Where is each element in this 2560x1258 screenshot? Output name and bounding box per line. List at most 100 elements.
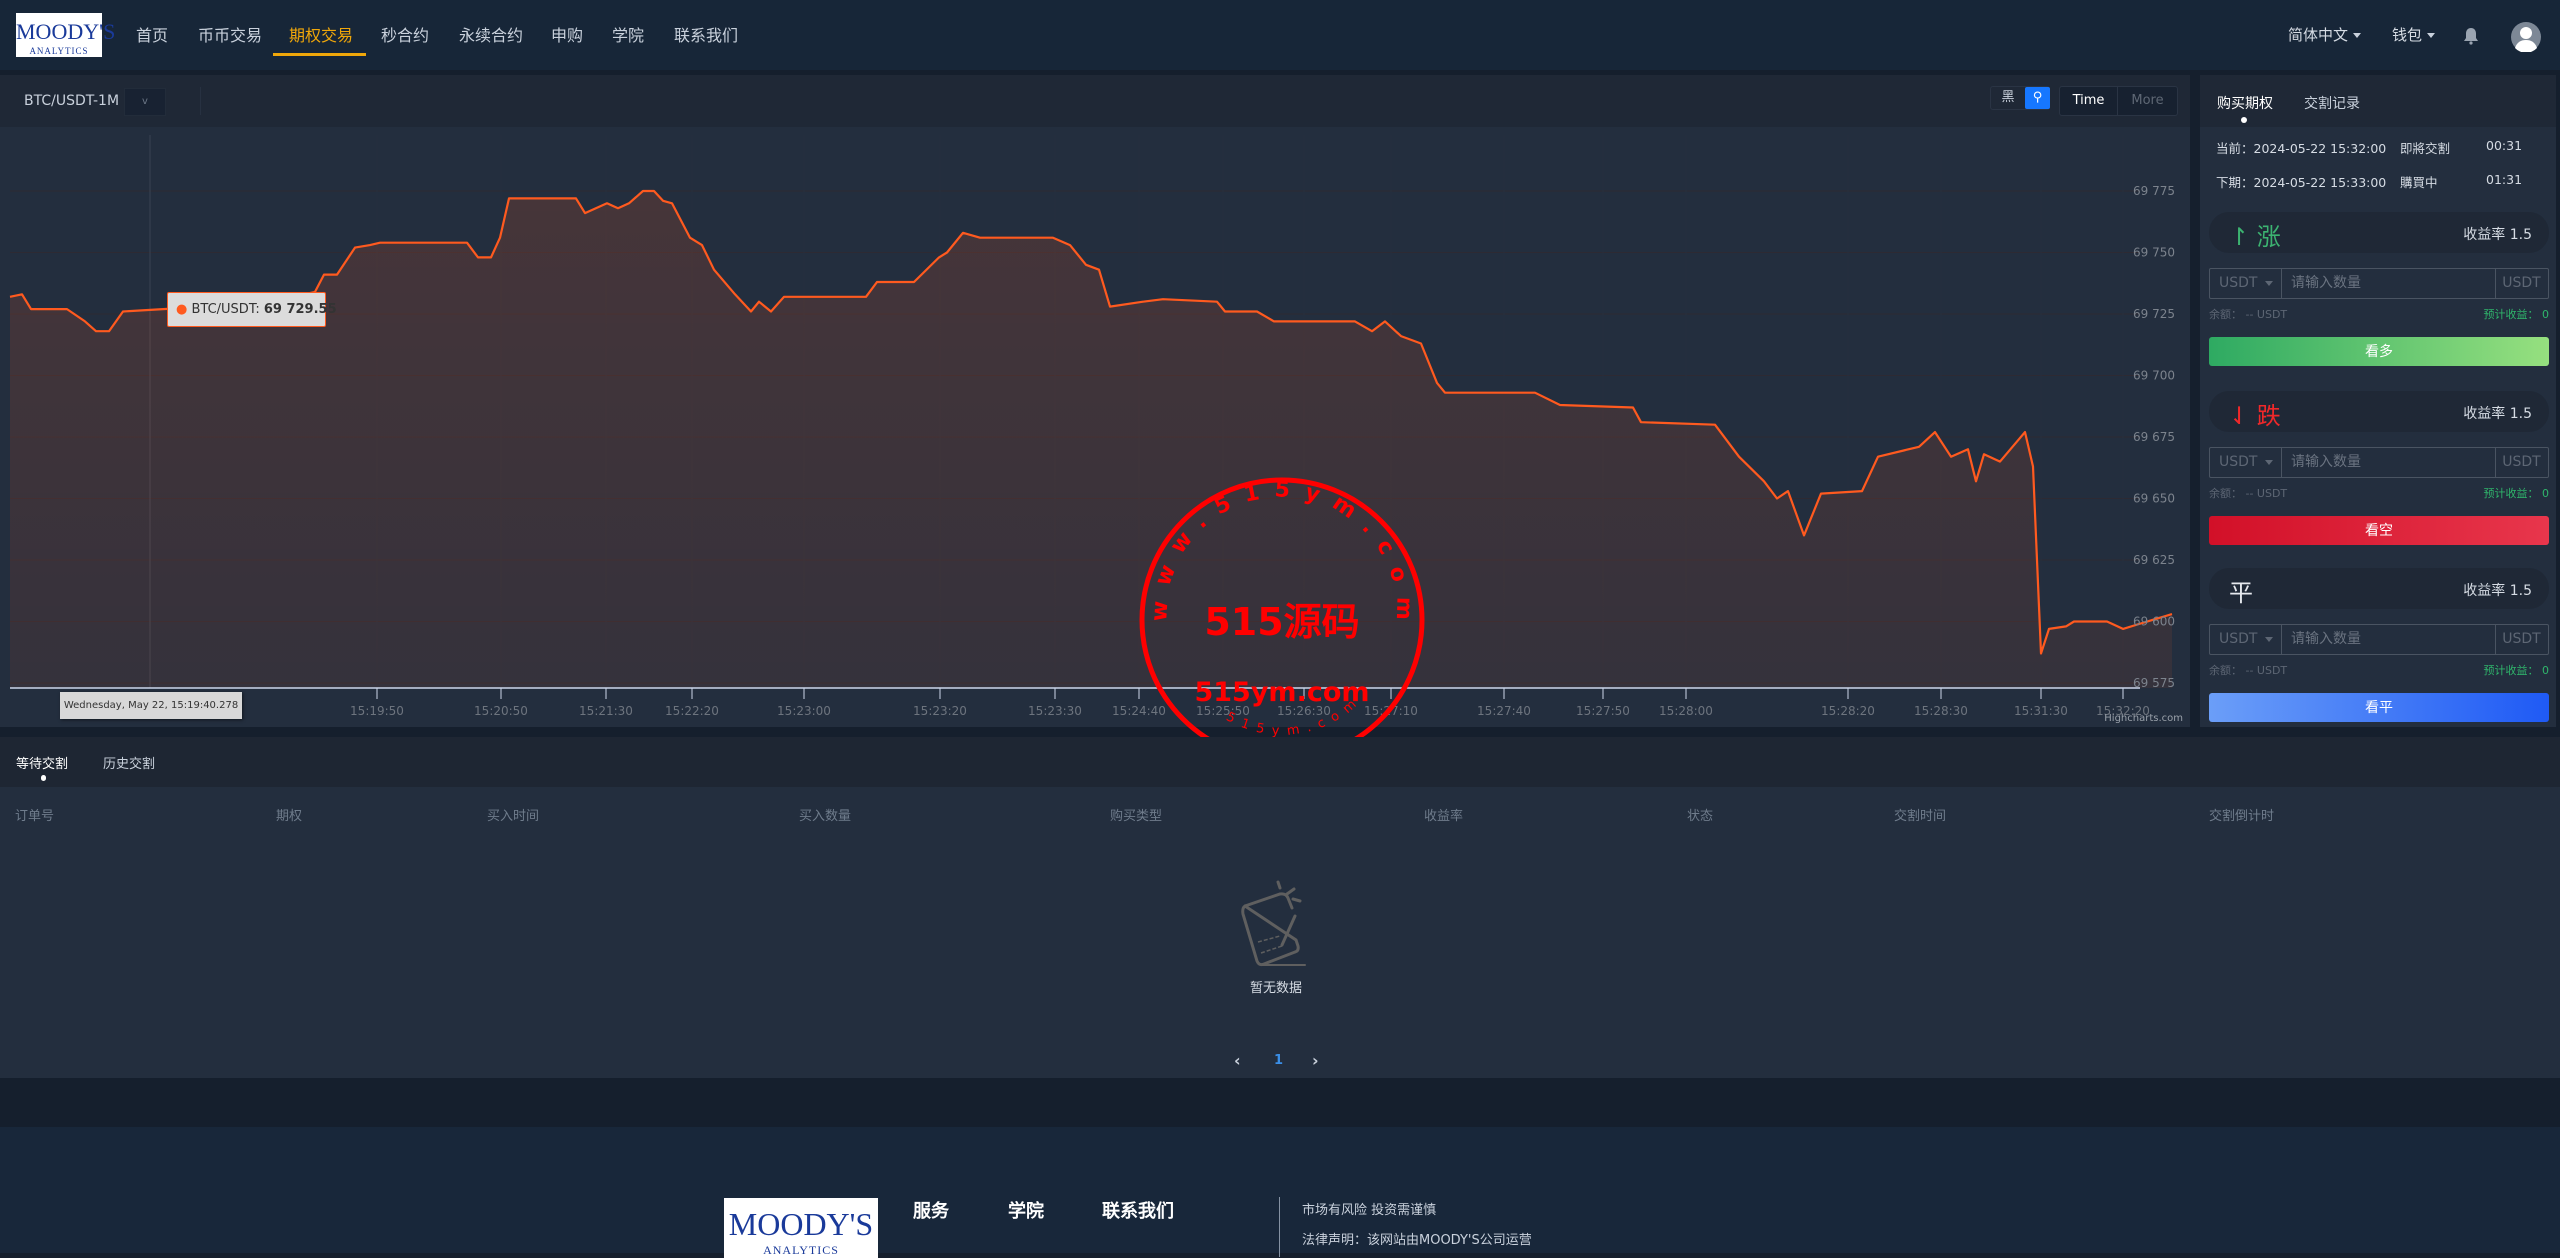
risk-warning: 市场有风险 投资需谨慎 [1302, 1203, 1437, 1218]
currency-select[interactable]: USDT [2210, 625, 2282, 654]
balance-text: 余额： -- USDT [2209, 308, 2288, 321]
bell-icon[interactable] [2463, 27, 2479, 45]
x-tick-label: 15:22:20 [665, 704, 719, 718]
buy-options-panel: 购买期权 交割记录 当前：2024-05-22 15:32:00 即將交割 00… [2200, 75, 2556, 727]
caret-down-icon [2265, 280, 2274, 286]
x-tick-label: 15:23:20 [913, 704, 967, 718]
option-flat-card: 平 收益率 1.5 [2209, 568, 2549, 609]
next-status: 購買中 [2400, 175, 2438, 190]
unit-label: USDT [2502, 275, 2541, 291]
next-period: 下期：2024-05-22 15:33:00 [2216, 175, 2387, 190]
time-button[interactable]: Time [2059, 86, 2118, 116]
unit-label: USDT [2502, 454, 2541, 470]
currency-select[interactable]: USDT [2210, 448, 2282, 477]
col-yield: 收益率 [1424, 809, 1464, 824]
wallet-dropdown[interactable]: 钱包 [2392, 24, 2436, 45]
nav-spot-trading[interactable]: 币币交易 [198, 22, 262, 46]
estimated-profit: 预计收益： 0 [2483, 308, 2550, 321]
y-tick-label: 69 575 [2133, 676, 2175, 690]
interval-dropdown[interactable]: v [124, 88, 166, 116]
prev-page-button[interactable]: ‹ [1234, 1051, 1241, 1070]
caret-down-icon [2265, 636, 2274, 642]
panel-tabs: 购买期权 交割记录 [2200, 75, 2556, 127]
more-button[interactable]: More [2117, 86, 2178, 116]
col-option: 期权 [276, 809, 303, 824]
x-tick-label: 15:28:20 [1821, 704, 1875, 718]
crosshair-date-label: Wednesday, May 22, 15:19:40.278 [60, 692, 242, 719]
footer-moodys-logo[interactable]: MOODY'S ANALYTICS [724, 1198, 878, 1258]
amount-input[interactable] [2282, 269, 2496, 298]
col-buy-time: 买入时间 [487, 809, 540, 824]
col-countdown: 交割倒计时 [2209, 809, 2275, 824]
x-tick-label: 15:23:00 [777, 704, 831, 718]
active-tab-dot [41, 775, 46, 781]
active-tab-dot [2241, 117, 2247, 123]
x-tick-label: 15:23:30 [1028, 704, 1082, 718]
top-nav-bar: MOODY'S ANALYTICS 首页 币币交易 期权交易 秒合约 永续合约 … [0, 0, 2560, 70]
direction-label: ⇃ 跌 [2229, 402, 2281, 430]
y-tick-label: 69 725 [2133, 307, 2175, 321]
footer-link-contact[interactable]: 联系我们 [1102, 1197, 1174, 1223]
currency-select[interactable]: USDT [2210, 269, 2282, 298]
legal-notice: 法律声明：该网站由MOODY'S公司运营 [1302, 1233, 1532, 1248]
amount-input[interactable] [2282, 448, 2496, 477]
footer-link-academy[interactable]: 学院 [1008, 1197, 1044, 1223]
lamp-icon[interactable]: ⚲ [2025, 87, 2050, 109]
orders-section: 等待交割 历史交割 订单号 期权 买入时间 买入数量 购买类型 收益率 状态 交… [0, 737, 2560, 1078]
chart-tooltip: ● BTC/USDT: 69 729.55 [167, 292, 337, 327]
yield-rate: 收益率 1.5 [2463, 227, 2532, 243]
nav-options-trading[interactable]: 期权交易 [289, 22, 353, 46]
nav-academy[interactable]: 学院 [612, 22, 644, 46]
symbol-label: BTC/USDT-1M [24, 93, 120, 109]
buy-up-button[interactable]: 看多 [2209, 337, 2549, 366]
empty-data-icon [1241, 880, 1306, 967]
tab-delivery-records[interactable]: 交割记录 [2304, 93, 2360, 113]
x-tick-label: 15:19:50 [350, 704, 404, 718]
tab-history-delivery[interactable]: 历史交割 [103, 753, 155, 772]
option-up-card: ↾ 涨 收益率 1.5 [2209, 212, 2549, 253]
x-tick-label: 15:28:00 [1659, 704, 1713, 718]
buy-down-button[interactable]: 看空 [2209, 516, 2549, 545]
buy-flat-button[interactable]: 看平 [2209, 693, 2549, 722]
price-chart[interactable]: 69 775 69 750 69 725 69 700 69 675 69 650 69 6… [0, 75, 2190, 727]
footer: MOODY'S ANALYTICS 服务 学院 联系我们 市场有风险 投资需谨慎… [0, 1127, 2560, 1258]
x-tick-label: 15:21:30 [579, 704, 633, 718]
moodys-logo[interactable]: MOODY'S ANALYTICS [16, 13, 115, 57]
caret-down-icon [2427, 33, 2436, 38]
theme-switch[interactable]: 黑 ⚲ [1990, 86, 2050, 110]
active-nav-indicator [273, 53, 366, 56]
empty-data-text: 暂无数据 [1250, 981, 1303, 996]
next-page-button[interactable]: › [1312, 1051, 1319, 1070]
footer-link-services[interactable]: 服务 [913, 1197, 949, 1223]
language-dropdown[interactable]: 简体中文 [2288, 24, 2362, 45]
col-order-id: 订单号 [15, 809, 55, 824]
nav-home[interactable]: 首页 [136, 22, 168, 46]
amount-input[interactable] [2282, 625, 2496, 654]
y-tick-label: 69 600 [2133, 615, 2175, 629]
highcharts-credit[interactable]: Highcharts.com [2104, 713, 2183, 724]
nav-contact-us[interactable]: 联系我们 [674, 22, 738, 46]
x-tick-label: 15:31:30 [2014, 704, 2068, 718]
y-tick-label: 69 625 [2133, 553, 2175, 567]
user-avatar-icon[interactable] [2511, 22, 2541, 52]
nav-perpetual-contract[interactable]: 永续合约 [459, 22, 523, 46]
series-dot-icon: ● [176, 302, 188, 317]
tab-buy-options[interactable]: 购买期权 [2217, 93, 2273, 113]
price-chart-panel: 69 775 69 750 69 725 69 700 69 675 69 650 69 6… [0, 75, 2190, 727]
tab-pending-delivery[interactable]: 等待交割 [16, 753, 68, 772]
amount-input-group: USDT 请输入数量 USDT [2209, 268, 2549, 299]
caret-down-icon [2353, 33, 2362, 38]
divider [200, 87, 201, 115]
estimated-profit: 预计收益： 0 [2483, 487, 2550, 500]
nav-second-contract[interactable]: 秒合约 [381, 22, 429, 46]
x-tick-label: 15:28:30 [1914, 704, 1968, 718]
option-down-card: ⇃ 跌 收益率 1.5 [2209, 391, 2549, 432]
balance-text: 余额： -- USDT [2209, 487, 2288, 500]
current-status: 即將交割 [2400, 141, 2451, 156]
nav-subscription[interactable]: 申购 [551, 22, 583, 46]
x-tick-label: 15:20:50 [474, 704, 528, 718]
current-period: 当前：2024-05-22 15:32:00 [2216, 141, 2387, 156]
theme-dark-button[interactable]: 黑 [1991, 87, 2025, 109]
page-1-button[interactable]: 1 [1274, 1053, 1283, 1068]
next-countdown: 01:31 [2486, 172, 2523, 187]
